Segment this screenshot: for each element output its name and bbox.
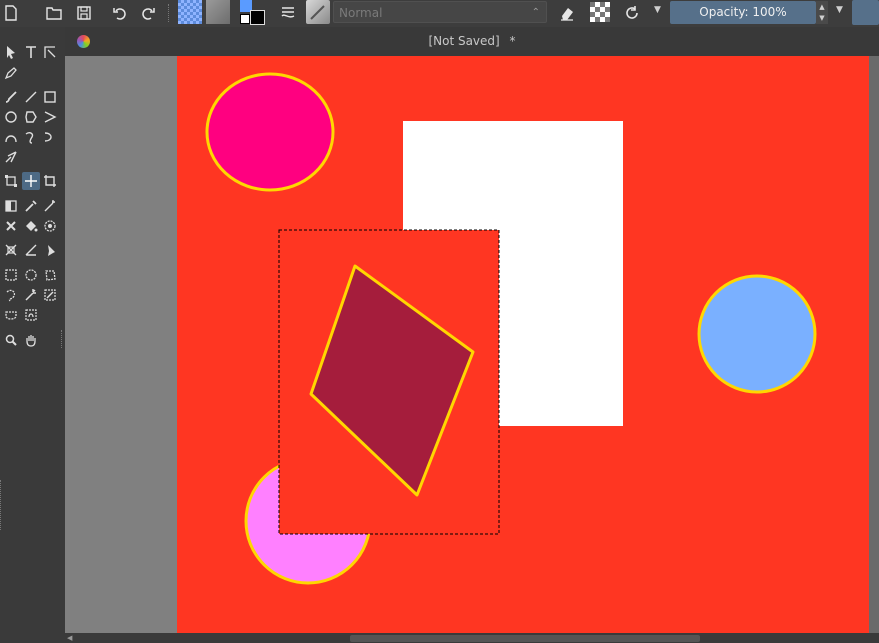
main-toolbar: Normal ⌃ ▼ Opacity: 100% ▲ ▼ ▼ (0, 0, 879, 27)
undo-icon[interactable] (108, 0, 132, 25)
freehand-path-icon[interactable] (22, 128, 40, 146)
assistant-tool-icon[interactable] (2, 241, 20, 259)
fill-pattern-swatch[interactable] (178, 0, 202, 24)
redo-icon[interactable] (136, 0, 160, 25)
open-folder-icon[interactable] (42, 0, 66, 25)
gradient-swatch[interactable] (206, 0, 230, 24)
scroll-left-icon[interactable]: ◀ (67, 634, 72, 642)
color-picker-icon[interactable] (22, 197, 40, 215)
colorize-mask-icon[interactable] (2, 217, 20, 235)
crop-tool-icon[interactable] (41, 172, 59, 190)
canvas[interactable] (65, 56, 879, 633)
smart-patch-icon[interactable] (41, 197, 59, 215)
chevron-down-icon: ⌃ (531, 7, 540, 18)
measure-tool-icon[interactable] (22, 241, 40, 259)
size-slider[interactable] (852, 0, 879, 25)
blend-mode-value: Normal (339, 6, 383, 20)
polyline-tool-icon[interactable] (41, 108, 59, 126)
document-title: [Not Saved] (428, 34, 500, 48)
polygon-select-icon[interactable] (41, 266, 59, 284)
reset-colors-icon[interactable] (240, 14, 250, 24)
modified-marker: * (509, 34, 516, 48)
freehand-brush-icon[interactable] (2, 88, 20, 106)
opacity-spinner[interactable]: ▲ ▼ (816, 1, 828, 24)
canvas-viewport[interactable] (65, 56, 879, 633)
toolbar-separator (168, 4, 172, 22)
eraser-icon[interactable] (555, 0, 579, 25)
multibrush-icon[interactable] (2, 148, 20, 166)
calligraphy-icon[interactable] (41, 43, 59, 61)
toolbox (0, 40, 65, 643)
rect-select-icon[interactable] (2, 266, 20, 284)
ellipse-select-icon[interactable] (22, 266, 40, 284)
text-tool-icon[interactable] (22, 43, 40, 61)
chevron-up-icon[interactable]: ▲ (819, 3, 824, 11)
canvas-right-edge (869, 56, 879, 633)
new-document-icon[interactable] (0, 0, 22, 25)
color-swatch-icon[interactable] (240, 0, 266, 25)
contiguous-select-icon[interactable] (22, 286, 40, 304)
chevron-down-icon[interactable]: ▼ (654, 5, 661, 15)
opacity-slider[interactable]: Opacity: 100% (670, 1, 816, 24)
scrollbar-thumb[interactable] (350, 635, 700, 642)
blue-circle[interactable] (697, 274, 817, 394)
enclose-fill-icon[interactable] (41, 217, 59, 235)
blend-mode-dropdown[interactable]: Normal ⌃ (333, 1, 547, 23)
chevron-down-icon[interactable]: ▼ (836, 5, 843, 15)
ellipse-tool-icon[interactable] (2, 108, 20, 126)
alpha-lock-icon[interactable] (590, 2, 610, 22)
magenta-ellipse[interactable] (205, 72, 335, 192)
horizontal-scrollbar[interactable]: ◀ (65, 633, 879, 643)
brush-preset-icon[interactable] (306, 0, 330, 24)
rectangle-tool-icon[interactable] (41, 88, 59, 106)
background-color[interactable] (250, 10, 265, 25)
document-tab[interactable]: [Not Saved] * (65, 27, 879, 56)
reload-preset-icon[interactable] (620, 0, 644, 25)
toolbox-grip[interactable] (0, 480, 4, 530)
pen-fill-icon[interactable] (2, 64, 20, 82)
transform-tool-icon[interactable] (2, 172, 20, 190)
brush-settings-icon[interactable] (276, 0, 300, 25)
freehand-select-icon[interactable] (2, 286, 20, 304)
line-tool-icon[interactable] (22, 88, 40, 106)
chevron-down-icon[interactable]: ▼ (819, 14, 824, 22)
gradient-tool-icon[interactable] (2, 197, 20, 215)
magnetic-select-icon[interactable] (22, 306, 40, 324)
similar-select-icon[interactable] (41, 286, 59, 304)
polygon-tool-icon[interactable] (22, 108, 40, 126)
opacity-label: Opacity: 100% (699, 5, 787, 19)
reference-tool-icon[interactable] (41, 241, 59, 259)
dynamic-brush-icon[interactable] (41, 128, 59, 146)
bezier-tool-icon[interactable] (2, 128, 20, 146)
bezier-select-icon[interactable] (2, 306, 20, 324)
select-shapes-icon[interactable] (2, 43, 20, 61)
zoom-tool-icon[interactable] (2, 331, 20, 349)
save-icon[interactable] (72, 0, 96, 25)
fill-tool-icon[interactable] (22, 217, 40, 235)
document-tab-bar: [Not Saved] * (65, 27, 879, 56)
pan-tool-icon[interactable] (22, 331, 40, 349)
move-tool-icon[interactable] (22, 172, 40, 190)
